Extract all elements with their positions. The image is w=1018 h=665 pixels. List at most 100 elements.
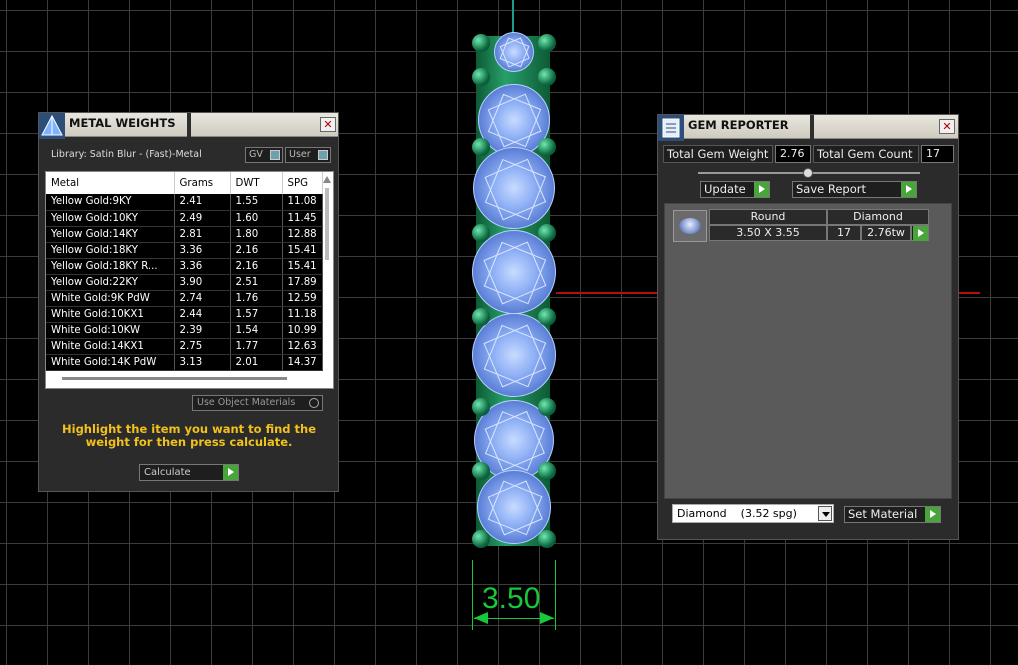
prong-bead (538, 224, 556, 242)
gem-count: 17 (827, 225, 861, 241)
gem-weight: 2.76tw (861, 225, 911, 241)
list-item[interactable]: Round Diamond 3.50 X 3.55 17 2.76tw (669, 208, 931, 242)
column-header[interactable]: SPG (282, 172, 323, 194)
column-header[interactable]: Metal (46, 172, 175, 194)
table-cell: 1.57 (230, 306, 283, 323)
prong-bead (472, 68, 490, 86)
prong-bead (472, 34, 490, 52)
set-material-button[interactable]: Set Material (844, 506, 941, 523)
total-gem-weight-label: Total Gem Weight (663, 145, 773, 163)
gem-list[interactable]: Round Diamond 3.50 X 3.55 17 2.76tw (664, 203, 952, 499)
metal-weights-titlebar[interactable]: METAL WEIGHTS ✕ (39, 113, 338, 139)
column-header[interactable]: Grams (174, 172, 231, 194)
table-cell: 2.16 (230, 242, 283, 259)
table-cell: 15.41 (282, 258, 323, 275)
gem-stone[interactable] (494, 32, 534, 72)
user-toggle-label: User (289, 149, 311, 160)
gem-thumbnail-icon (673, 210, 707, 242)
calculate-button[interactable]: Calculate (139, 464, 239, 481)
table-cell: 10.99 (282, 322, 323, 339)
use-object-materials-field[interactable]: Use Object Materials (192, 395, 323, 411)
table-cell: 1.80 (230, 226, 283, 243)
table-row[interactable]: Yellow Gold:18KY R... 3.36 2.16 15.41 (46, 258, 323, 275)
table-row[interactable]: Yellow Gold:18KY 3.36 2.16 15.41 (46, 242, 323, 259)
metal-weights-icon (39, 113, 65, 139)
prong-bead (538, 138, 556, 156)
table-row[interactable]: White Gold:9K PdW 2.74 1.76 12.59 (46, 290, 323, 307)
user-toggle[interactable]: User (285, 147, 331, 163)
scroll-up-icon[interactable] (323, 176, 331, 183)
gem-cut: Round (709, 209, 827, 225)
close-icon[interactable]: ✕ (320, 117, 336, 132)
table-cell: Yellow Gold:18KY R... (46, 258, 175, 275)
table-cell: 14.37 (282, 354, 323, 371)
table-cell: 2.51 (230, 274, 283, 291)
prong-bead (538, 530, 556, 548)
close-icon[interactable]: ✕ (939, 119, 955, 134)
table-row[interactable]: White Gold:14KX1 2.75 1.77 12.63 (46, 338, 323, 355)
gem-reporter-titlebar[interactable]: GEM REPORTER ✕ (658, 115, 958, 141)
table-row[interactable]: White Gold:14K PdW 3.13 2.01 14.37 (46, 354, 323, 371)
chevron-down-icon[interactable] (818, 506, 832, 521)
prong-bead (538, 308, 556, 326)
play-arrow-icon (223, 465, 238, 480)
gem-reporter-title: GEM REPORTER (688, 118, 789, 132)
table-cell: 2.49 (174, 210, 231, 227)
toggle-circle-icon (309, 398, 319, 408)
table-cell: 12.88 (282, 226, 323, 243)
metal-table[interactable]: Metal Grams DWT SPG Yellow Gold:9KY 2.41 1… (45, 171, 334, 389)
table-cell: 1.77 (230, 338, 283, 355)
material-select-value: Diamond (3.52 spg) (677, 507, 797, 520)
table-header-row: Metal Grams DWT SPG (46, 172, 323, 194)
slider-handle[interactable] (803, 168, 813, 178)
dimension-extension-right (555, 560, 556, 630)
table-row[interactable]: Yellow Gold:9KY 2.41 1.55 11.08 (46, 194, 323, 211)
table-cell: White Gold:10KW (46, 322, 175, 339)
table-cell: 2.01 (230, 354, 283, 371)
update-button[interactable]: Update (700, 181, 770, 198)
material-select[interactable]: Diamond (3.52 spg) (672, 504, 834, 523)
table-row[interactable]: White Gold:10KW 2.39 1.54 10.99 (46, 322, 323, 339)
table-cell: 17.89 (282, 274, 323, 291)
scroll-thumb[interactable] (325, 188, 329, 260)
table-cell: 11.45 (282, 210, 323, 227)
table-cell: 1.76 (230, 290, 283, 307)
table-cell: 1.60 (230, 210, 283, 227)
table-cell: 2.81 (174, 226, 231, 243)
table-cell: Yellow Gold:14KY (46, 226, 175, 243)
table-row[interactable]: Yellow Gold:22KY 3.90 2.51 17.89 (46, 274, 323, 291)
prong-bead (472, 224, 490, 242)
table-cell: 3.90 (174, 274, 231, 291)
table-row[interactable]: Yellow Gold:14KY 2.81 1.80 12.88 (46, 226, 323, 243)
table-row[interactable]: White Gold:10KX1 2.44 1.57 11.18 (46, 306, 323, 323)
vertical-scrollbar[interactable] (323, 176, 331, 376)
table-cell: 11.08 (282, 194, 323, 211)
ring-model[interactable] (468, 30, 560, 550)
table-cell: 3.13 (174, 354, 231, 371)
table-cell: 1.54 (230, 322, 283, 339)
column-header[interactable]: DWT (230, 172, 283, 194)
gv-toggle[interactable]: GV (245, 147, 283, 163)
table-cell: 12.63 (282, 338, 323, 355)
report-slider[interactable] (698, 168, 920, 178)
metal-weights-title: METAL WEIGHTS (69, 116, 176, 130)
table-cell: White Gold:10KX1 (46, 306, 175, 323)
dimension-label: 3.50 (482, 582, 541, 615)
gem-row-action-button[interactable] (911, 225, 929, 241)
gem-reporter-icon (658, 115, 684, 141)
titlebar-divider (187, 113, 191, 137)
table-cell: 15.41 (282, 242, 323, 259)
gem-stone[interactable] (473, 147, 555, 229)
metal-weights-table: Metal Grams DWT SPG Yellow Gold:9KY 2.41 1… (46, 172, 323, 371)
table-row[interactable]: Yellow Gold:10KY 2.49 1.60 11.45 (46, 210, 323, 227)
gem-size: 3.50 X 3.55 (709, 225, 827, 241)
table-cell: 2.41 (174, 194, 231, 211)
horizontal-scrollbar[interactable] (62, 377, 287, 380)
dimension-extension-left (472, 560, 473, 630)
table-cell: 2.39 (174, 322, 231, 339)
gem-stone[interactable] (472, 230, 556, 314)
table-cell: White Gold:9K PdW (46, 290, 175, 307)
save-report-button[interactable]: Save Report (792, 181, 917, 198)
table-cell: Yellow Gold:22KY (46, 274, 175, 291)
table-cell: White Gold:14KX1 (46, 338, 175, 355)
